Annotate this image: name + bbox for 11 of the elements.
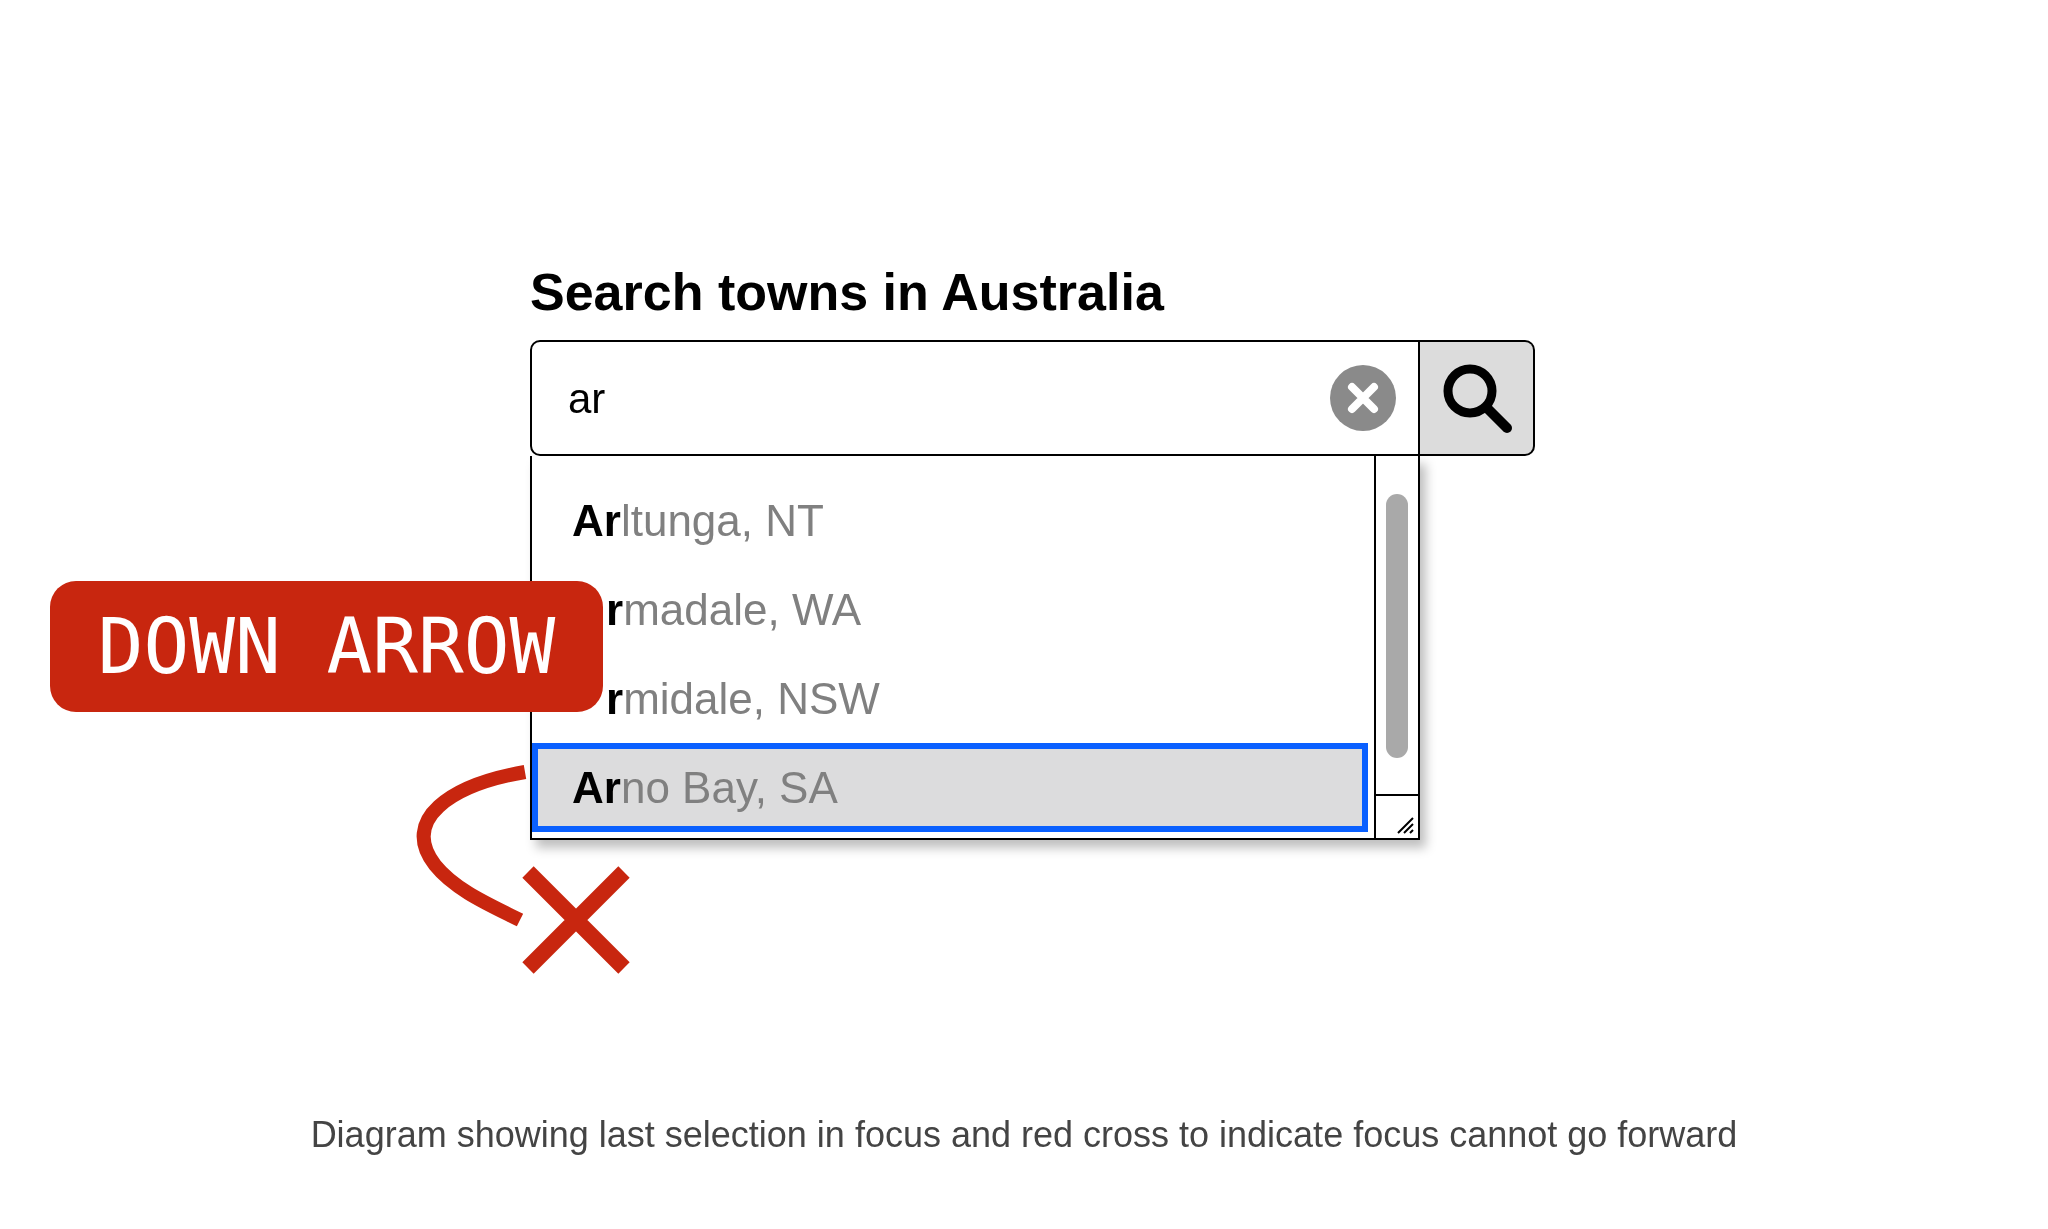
search-bar[interactable]: ar <box>530 340 1420 456</box>
scrollbar-thumb[interactable] <box>1386 494 1408 758</box>
heading: Search towns in Australia <box>530 266 1166 318</box>
key-callout-tooltip: DOWN ARROW <box>50 581 603 712</box>
cross-icon <box>520 864 632 976</box>
search-input[interactable]: ar <box>568 366 1330 430</box>
suggestion-item[interactable]: Arno Bay, SA <box>532 743 1368 832</box>
close-icon <box>1345 380 1381 416</box>
suggestion-item[interactable]: Arltunga, NT <box>532 476 1368 565</box>
search-button[interactable] <box>1420 340 1535 456</box>
caption: Diagram showing last selection in focus and red cross to indicate focus cannot go forward <box>309 1113 1739 1157</box>
